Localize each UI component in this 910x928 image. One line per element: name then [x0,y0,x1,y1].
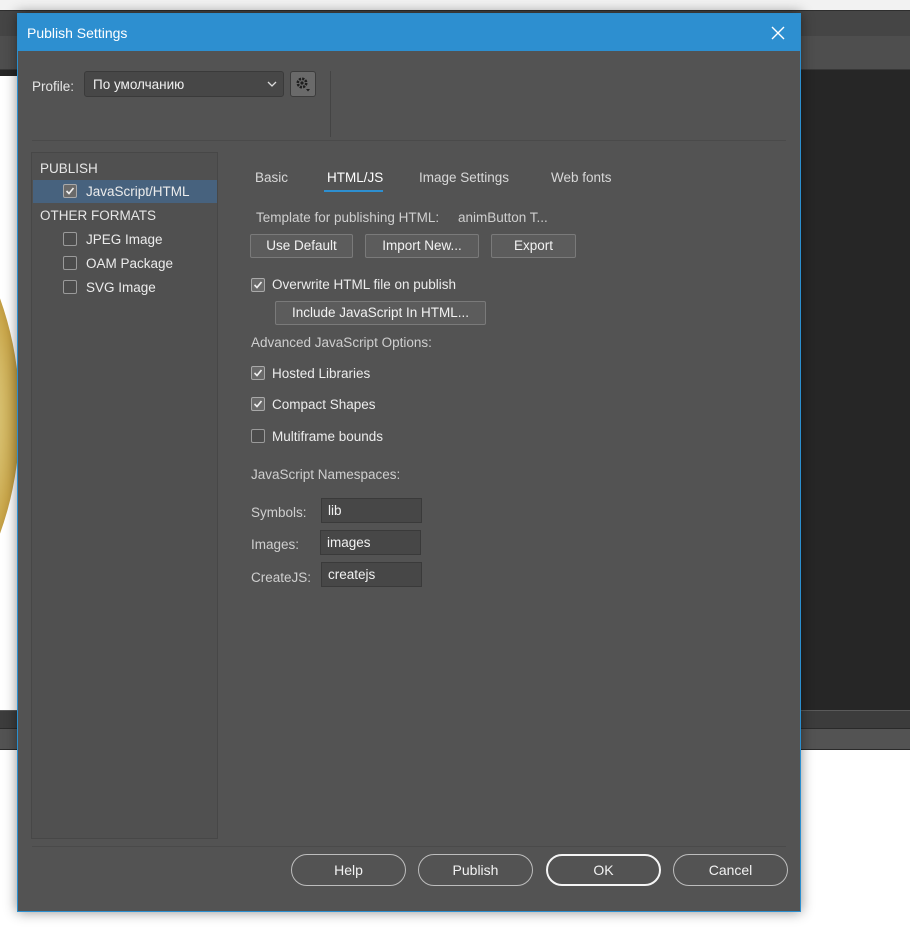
symbols-label: Symbols: [251,505,307,520]
multiframe-bounds-label: Multiframe bounds [272,429,384,444]
overwrite-html-checkbox[interactable] [251,278,265,292]
advanced-options-heading: Advanced JavaScript Options: [251,335,432,350]
gear-icon [296,77,310,92]
profile-options-button[interactable] [290,71,316,97]
footer-divider [32,846,786,847]
checkmark-icon [253,281,263,289]
overwrite-html-label: Overwrite HTML file on publish [272,277,457,292]
publish-button[interactable]: Publish [418,854,533,886]
tab-basic[interactable]: Basic [255,170,288,185]
header-divider [32,140,786,141]
close-button[interactable] [756,14,800,51]
tab-html-js[interactable]: HTML/JS [327,170,383,185]
compact-shapes-label: Compact Shapes [272,397,376,412]
namespaces-heading: JavaScript Namespaces: [251,467,401,482]
createjs-label: CreateJS: [251,570,312,585]
dialog-title: Publish Settings [27,25,128,41]
format-item-label: JavaScript/HTML [86,184,190,199]
images-label: Images: [251,537,300,552]
help-button[interactable]: Help [291,854,406,886]
export-button[interactable]: Export [491,234,576,258]
format-item-svg-image[interactable]: SVG Image [33,276,217,299]
format-item-label: SVG Image [86,280,156,295]
other-formats-heading: OTHER FORMATS [40,208,156,223]
javascript-html-checkbox[interactable] [63,184,77,198]
close-icon [771,26,785,39]
svg-image-checkbox[interactable] [63,280,77,294]
oam-package-checkbox[interactable] [63,256,77,270]
format-item-javascript-html[interactable]: JavaScript/HTML [33,180,217,203]
template-value: animButton T... [458,210,548,225]
app-stage [0,76,18,710]
hosted-libraries-checkbox[interactable] [251,366,265,380]
chevron-down-icon [267,81,277,87]
tab-image-settings[interactable]: Image Settings [419,170,509,185]
profile-dropdown[interactable]: По умолчанию [84,71,284,97]
hosted-libraries-label: Hosted Libraries [272,366,371,381]
active-tab-indicator [324,190,383,192]
multiframe-bounds-checkbox[interactable] [251,429,265,443]
format-item-oam-package[interactable]: OAM Package [33,252,217,275]
format-item-label: JPEG Image [86,232,163,247]
ok-button[interactable]: OK [546,854,661,886]
stage-artwork [0,166,18,666]
profile-value: По умолчанию [93,77,185,92]
use-default-button[interactable]: Use Default [250,234,353,258]
compact-shapes-checkbox[interactable] [251,397,265,411]
checkmark-icon [253,369,263,377]
format-item-jpeg-image[interactable]: JPEG Image [33,228,217,251]
format-item-label: OAM Package [86,256,174,271]
template-label: Template for publishing HTML: [256,210,440,225]
include-javascript-button[interactable]: Include JavaScript In HTML... [275,301,486,325]
import-new-button[interactable]: Import New... [365,234,479,258]
checkmark-icon [253,400,263,408]
publish-heading: PUBLISH [40,161,98,176]
cancel-button[interactable]: Cancel [673,854,788,886]
app-top-bar [0,0,910,10]
dialog-titlebar: Publish Settings [18,14,800,51]
createjs-field[interactable]: createjs [321,562,422,587]
jpeg-image-checkbox[interactable] [63,232,77,246]
images-field[interactable]: images [320,530,421,555]
profile-label: Profile: [32,79,75,94]
format-list-panel: PUBLISH JavaScript/HTML OTHER FORMATS JP… [31,152,218,839]
checkmark-icon [65,187,75,195]
tab-web-fonts[interactable]: Web fonts [551,170,612,185]
publish-settings-dialog: Publish Settings Profile: По умолчанию P… [17,13,801,912]
profile-separator [330,71,331,137]
symbols-field[interactable]: lib [321,498,422,523]
